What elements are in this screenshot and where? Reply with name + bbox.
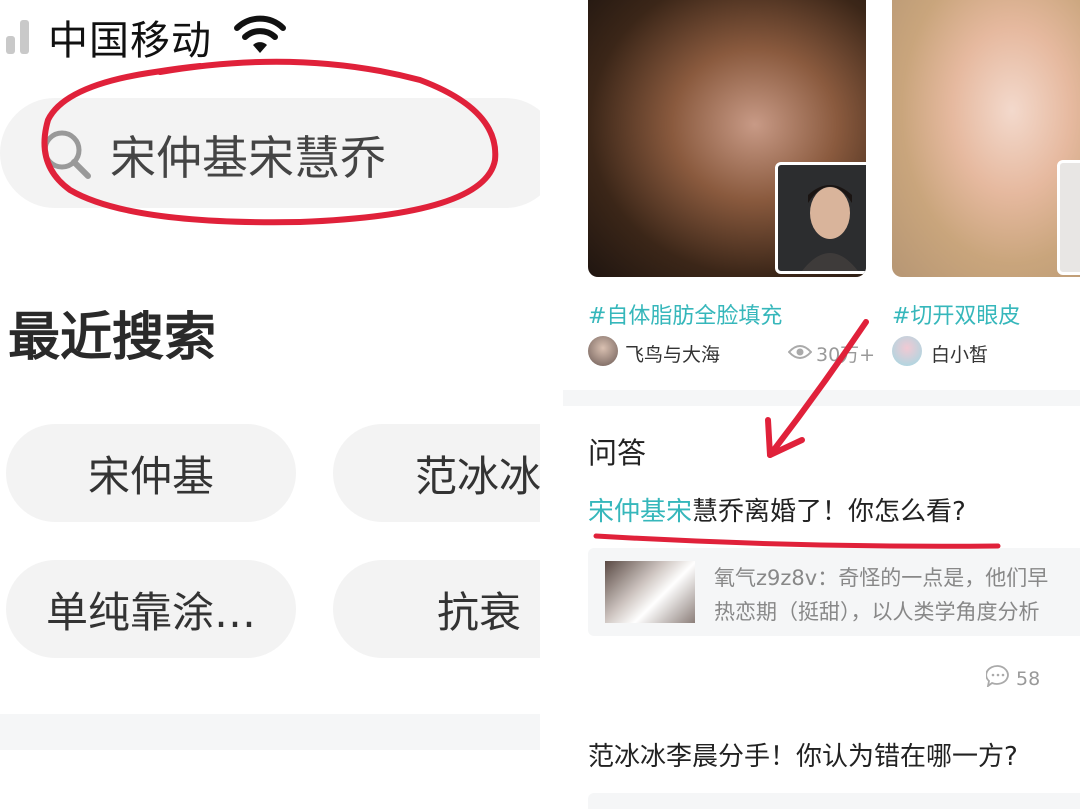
search-input[interactable]: 宋仲基宋慧乔 bbox=[110, 122, 386, 188]
panel-gap bbox=[540, 0, 563, 809]
eye-icon bbox=[787, 343, 813, 365]
question-highlight: 宋仲基宋 bbox=[588, 497, 693, 527]
results-screen: #自体脂肪全脸填充 #切开双眼皮 飞鸟与大海 30万+ 白小皙 问答 宋仲基宋慧… bbox=[563, 0, 1080, 809]
section-divider bbox=[0, 714, 540, 750]
status-bar: 中国移动 bbox=[0, 12, 286, 64]
recent-chip[interactable]: 抗衰 bbox=[333, 560, 540, 658]
recent-chip[interactable]: 宋仲基 bbox=[6, 424, 296, 522]
before-photo-inset bbox=[1057, 160, 1080, 275]
view-count: 30万+ bbox=[787, 340, 876, 367]
section-divider bbox=[563, 390, 1080, 406]
recent-searches-title: 最近搜索 bbox=[8, 308, 217, 368]
search-screen: 中国移动 宋仲基宋慧乔 最近搜索 宋仲基 范冰冰 单纯靠涂… 抗衰 bbox=[0, 0, 540, 809]
post-tag[interactable]: #切开双眼皮 bbox=[892, 298, 1020, 330]
signal-icon bbox=[6, 20, 36, 54]
avatar[interactable] bbox=[588, 336, 618, 366]
recent-chip[interactable]: 单纯靠涂… bbox=[6, 560, 296, 658]
author-name[interactable]: 白小皙 bbox=[931, 340, 988, 367]
view-count-text: 30万+ bbox=[816, 344, 876, 366]
post-photo[interactable] bbox=[892, 0, 1080, 277]
qa-section-title: 问答 bbox=[588, 436, 647, 470]
search-icon bbox=[40, 128, 94, 186]
carrier-label: 中国移动 bbox=[48, 18, 212, 64]
question-title-rest: 慧乔离婚了！你怎么看? bbox=[692, 497, 966, 527]
answer-preview[interactable] bbox=[588, 793, 1080, 809]
question-title[interactable]: 范冰冰李晨分手！你认为错在哪一方? bbox=[588, 736, 1018, 773]
search-bar[interactable]: 宋仲基宋慧乔 bbox=[0, 98, 540, 208]
comment-count[interactable]: 58 bbox=[985, 665, 1041, 692]
question-title[interactable]: 宋仲基宋慧乔离婚了！你怎么看? bbox=[588, 491, 966, 528]
answer-thumbnail bbox=[605, 561, 695, 623]
avatar[interactable] bbox=[892, 336, 922, 366]
comment-icon bbox=[985, 665, 1010, 692]
answer-text: 氧气z9z8v：奇怪的一点是，他们早 bbox=[714, 566, 1049, 590]
before-photo-inset bbox=[775, 162, 866, 274]
answer-preview[interactable]: 氧气z9z8v：奇怪的一点是，他们早 热恋期（挺甜），以人类学角度分析 bbox=[588, 548, 1080, 636]
post-photo[interactable] bbox=[588, 0, 866, 277]
comment-count-text: 58 bbox=[1016, 667, 1041, 690]
wifi-icon bbox=[234, 15, 286, 59]
author-name[interactable]: 飞鸟与大海 bbox=[625, 340, 720, 367]
recent-chip[interactable]: 范冰冰 bbox=[333, 424, 540, 522]
post-tag[interactable]: #自体脂肪全脸填充 bbox=[588, 298, 782, 330]
answer-text: 热恋期（挺甜），以人类学角度分析 bbox=[714, 600, 1040, 624]
